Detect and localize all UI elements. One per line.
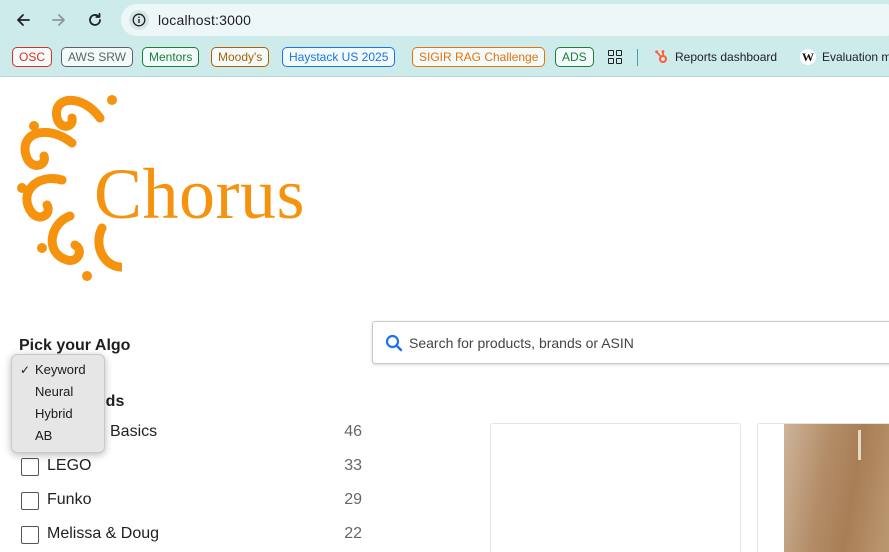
bookmark-moodys[interactable]: Moody's <box>211 47 270 67</box>
bookmark-osc[interactable]: OSC <box>12 47 53 67</box>
brand-count: 22 <box>344 525 362 542</box>
reload-button[interactable] <box>82 8 108 32</box>
bookmark-sigir[interactable]: SIGIR RAG Challenge <box>412 47 546 67</box>
apps-grid-icon[interactable] <box>608 50 622 64</box>
bookmark-evaluation[interactable]: Evaluation m <box>822 47 889 67</box>
brand-filter-row[interactable]: Funko 29 <box>19 489 364 515</box>
brand-name: Funko <box>47 491 92 508</box>
brand-checkbox[interactable] <box>21 526 39 544</box>
brand-checkbox[interactable] <box>21 458 39 476</box>
wikipedia-icon: W <box>800 49 816 65</box>
bookmark-separator <box>637 49 638 66</box>
bookmark-aws-srw[interactable]: AWS SRW <box>61 47 134 67</box>
search-input[interactable] <box>409 326 889 360</box>
forward-button[interactable] <box>46 8 72 32</box>
hubspot-icon <box>655 50 667 63</box>
search-bar[interactable] <box>372 321 889 364</box>
back-arrow-icon <box>17 14 30 26</box>
brand-count: 33 <box>344 457 362 474</box>
back-button[interactable] <box>10 8 36 32</box>
bookmark-haystack[interactable]: Haystack US 2025 <box>282 47 396 67</box>
checkmark-icon: ✓ <box>20 363 31 377</box>
bookmark-mentors[interactable]: Mentors <box>142 47 200 67</box>
algo-section-title: Pick your Algo <box>19 337 131 354</box>
logo-text: Chorus <box>94 154 306 234</box>
page-content: Chorus Pick your Algo ands Basics 46 LEG… <box>0 78 889 552</box>
brand-checkbox[interactable] <box>21 492 39 510</box>
brand-filter-row[interactable]: Melissa & Doug 22 <box>19 523 364 549</box>
chorus-logo: Chorus <box>12 88 342 283</box>
forward-arrow-icon <box>52 14 65 26</box>
search-icon <box>385 334 403 352</box>
address-bar[interactable]: localhost:3000 <box>121 4 889 36</box>
brand-filter-row[interactable]: LEGO 33 <box>19 455 364 481</box>
brand-count: 29 <box>344 491 362 508</box>
algo-option-ab[interactable]: AB <box>12 425 104 447</box>
algo-option-hybrid[interactable]: Hybrid <box>12 403 104 425</box>
product-card[interactable] <box>490 423 741 552</box>
brand-name: Basics <box>110 423 158 440</box>
site-info-icon[interactable] <box>129 10 149 30</box>
algo-option-neural[interactable]: Neural <box>12 381 104 403</box>
product-image <box>784 424 889 552</box>
algo-dropdown-menu[interactable]: ✓ Keyword Neural Hybrid AB <box>11 354 105 453</box>
url-text: localhost:3000 <box>158 12 252 28</box>
brand-count: 46 <box>344 423 362 440</box>
product-card[interactable] <box>757 423 889 552</box>
reload-icon <box>89 12 101 26</box>
brand-name: Melissa & Doug <box>47 525 160 542</box>
bookmark-ads[interactable]: ADS <box>555 47 594 67</box>
bookmark-reports-dashboard[interactable]: Reports dashboard <box>675 47 777 67</box>
bookmarks-bar: OSC AWS SRW Mentors Moody's Haystack US … <box>0 40 889 77</box>
brand-name: LEGO <box>47 457 92 474</box>
algo-option-keyword[interactable]: ✓ Keyword <box>12 359 104 381</box>
browser-toolbar: localhost:3000 <box>0 0 889 40</box>
